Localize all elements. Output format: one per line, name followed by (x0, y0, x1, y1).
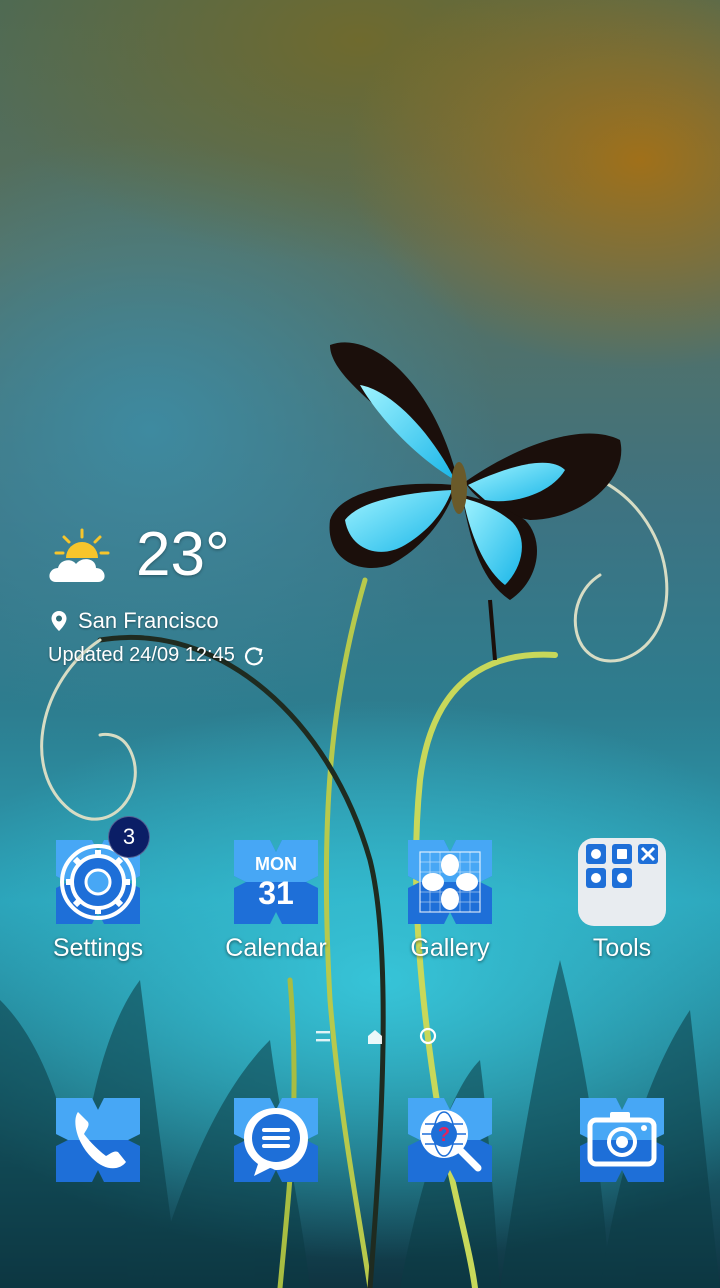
temperature: 23° (136, 520, 230, 589)
app-calendar[interactable]: MON 31 Calendar (216, 832, 336, 963)
dock-camera[interactable] (562, 1090, 682, 1190)
question-mark-icon: ? (438, 1124, 450, 1146)
page-dot-indicator (419, 1027, 437, 1045)
notification-badge: 3 (108, 816, 150, 858)
app-label: Settings (52, 934, 144, 962)
browser-icon: ? (408, 1098, 492, 1182)
updated-label: Updated 24/09 12:45 (48, 644, 235, 666)
page-indicator[interactable] (300, 1022, 450, 1052)
home-list-indicator (316, 1031, 330, 1042)
refresh-icon[interactable] (243, 645, 265, 667)
messages-icon (234, 1098, 318, 1182)
app-label: Tools (592, 934, 652, 962)
app-label: Gallery (410, 934, 490, 962)
app-settings[interactable]: 3 Settings (38, 816, 158, 963)
dock-messages[interactable] (216, 1090, 336, 1190)
gallery-icon (408, 840, 492, 924)
camera-icon (580, 1098, 664, 1182)
dock-browser[interactable]: ? (390, 1090, 510, 1190)
updated-row: Updated 24/09 12:45 (48, 644, 265, 667)
tools-folder-icon (578, 838, 666, 926)
calendar-date: 31 (258, 875, 294, 911)
calendar-icon: MON 31 (234, 840, 318, 924)
app-gallery[interactable]: Gallery (390, 832, 510, 963)
app-tools-folder[interactable]: Tools (562, 832, 682, 963)
app-label: Calendar (225, 934, 327, 962)
location-label: San Francisco (78, 608, 219, 633)
location-row: San Francisco (50, 608, 219, 634)
partly-cloudy-icon (49, 528, 110, 582)
dock-phone[interactable] (38, 1090, 158, 1190)
calendar-day: MON (255, 854, 297, 874)
phone-icon (56, 1098, 140, 1182)
location-pin-icon (51, 611, 67, 631)
home-page-indicator (368, 1030, 382, 1044)
